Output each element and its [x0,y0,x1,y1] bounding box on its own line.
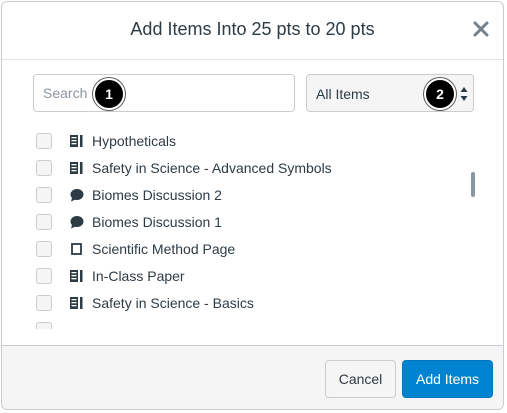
item-label: Biomes Discussion 1 [92,214,222,230]
discussion-icon [69,215,85,229]
callout-badge-2: 2 [424,78,456,110]
dialog-header: Add Items Into 25 pts to 20 pts [2,2,503,60]
close-icon[interactable] [471,18,491,40]
list-scrollbar[interactable] [471,172,475,197]
item-list[interactable]: Hypotheticals Safety in Science - Advanc… [2,130,472,330]
cancel-button[interactable]: Cancel [325,360,396,398]
add-items-dialog: Add Items Into 25 pts to 20 pts 1 All It… [1,1,504,410]
add-items-button[interactable]: Add Items [402,360,493,398]
list-item-partial [2,319,472,330]
quiz-icon [69,134,85,148]
item-checkbox[interactable] [36,160,52,176]
callout-badge-1: 1 [93,78,125,110]
list-item[interactable]: In-Class Paper [2,265,472,292]
item-checkbox[interactable] [36,187,52,203]
item-label: Biomes Discussion 2 [92,187,222,203]
discussion-icon [69,188,85,202]
quiz-icon [69,269,85,283]
item-label: Scientific Method Page [92,241,236,257]
item-label: Safety in Science - Basics [92,295,254,311]
item-label: Hypotheticals [92,133,177,149]
item-checkbox[interactable] [36,133,52,149]
item-checkbox[interactable] [36,214,52,230]
list-item[interactable]: Scientific Method Page [2,238,472,265]
item-checkbox[interactable] [36,268,52,284]
item-label: In-Class Paper [92,268,185,284]
select-arrows-icon [460,86,468,102]
search-input[interactable] [33,74,295,112]
list-item[interactable]: Safety in Science - Advanced Symbols [2,157,472,184]
list-item[interactable]: Biomes Discussion 1 [2,211,472,238]
item-label: Safety in Science - Advanced Symbols [92,160,332,176]
list-item[interactable]: Hypotheticals [2,130,472,157]
quiz-icon [69,296,85,310]
item-checkbox[interactable] [36,322,52,329]
dialog-footer: Cancel Add Items [2,345,503,409]
page-icon [69,242,85,256]
list-item[interactable]: Safety in Science - Basics [2,292,472,319]
list-item[interactable]: Biomes Discussion 2 [2,184,472,211]
item-checkbox[interactable] [36,295,52,311]
dialog-title: Add Items Into 25 pts to 20 pts [130,19,375,39]
item-type-select-value: All Items [316,86,370,102]
item-checkbox[interactable] [36,241,52,257]
quiz-icon [69,161,85,175]
